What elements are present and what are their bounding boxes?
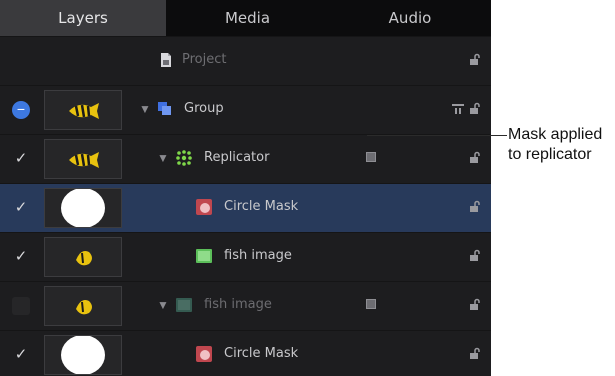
unlock-icon[interactable] bbox=[469, 102, 481, 114]
callout-annotation: Mask applied to replicator bbox=[508, 125, 615, 165]
layer-thumbnail bbox=[44, 90, 122, 130]
tab-media[interactable]: Media bbox=[166, 0, 329, 36]
layers-panel: Layers Media Audio Project − ▼ Group ✓ ▼… bbox=[0, 0, 491, 376]
layer-label: Project bbox=[182, 52, 227, 67]
visibility-checkbox[interactable]: ✓ bbox=[12, 150, 30, 168]
layer-row-replicator[interactable]: ✓ ▼ Replicator bbox=[0, 134, 491, 183]
disclosure-triangle-icon[interactable]: ▼ bbox=[139, 102, 151, 116]
layer-label: fish image bbox=[204, 297, 272, 312]
group-options-icon[interactable] bbox=[452, 102, 464, 114]
unlock-icon[interactable] bbox=[469, 249, 481, 261]
callout-line-1: Mask applied bbox=[508, 126, 603, 143]
layer-row-fish-image-disabled[interactable]: ▼ fish image bbox=[0, 281, 491, 330]
layer-row-group[interactable]: − ▼ Group bbox=[0, 85, 491, 134]
unlock-icon[interactable] bbox=[469, 53, 481, 65]
fish-thumbnail bbox=[76, 300, 92, 315]
visibility-checkbox[interactable]: ✓ bbox=[12, 199, 30, 217]
replicator-icon bbox=[176, 150, 192, 166]
tab-audio[interactable]: Audio bbox=[329, 0, 491, 36]
circle-thumbnail bbox=[61, 336, 105, 374]
unlock-icon[interactable] bbox=[469, 151, 481, 163]
fish-thumbnail bbox=[69, 152, 99, 168]
fish-thumbnail bbox=[76, 251, 92, 266]
layer-row-circle-mask[interactable]: ✓ Circle Mask bbox=[0, 183, 491, 232]
layer-label: fish image bbox=[224, 248, 292, 263]
circle-thumbnail bbox=[61, 189, 105, 227]
layer-thumbnail bbox=[44, 188, 122, 228]
layer-thumbnail bbox=[44, 335, 122, 375]
layer-thumbnail bbox=[44, 237, 122, 277]
layer-thumbnail bbox=[44, 286, 122, 326]
visibility-mixed-checkbox[interactable]: − bbox=[12, 101, 30, 119]
tab-layers[interactable]: Layers bbox=[0, 0, 166, 36]
disclosure-triangle-icon[interactable]: ▼ bbox=[157, 298, 169, 312]
visibility-checkbox[interactable] bbox=[12, 297, 30, 315]
image-icon bbox=[196, 249, 212, 263]
unlock-icon[interactable] bbox=[469, 200, 481, 212]
group-icon bbox=[158, 102, 171, 115]
unlock-icon[interactable] bbox=[469, 298, 481, 310]
mask-icon bbox=[196, 199, 212, 215]
layer-label: Group bbox=[184, 101, 224, 116]
unlock-icon[interactable] bbox=[469, 347, 481, 359]
layer-row-circle-mask-2[interactable]: ✓ Circle Mask bbox=[0, 330, 491, 376]
disclosure-triangle-icon[interactable]: ▼ bbox=[157, 151, 169, 165]
visibility-checkbox[interactable]: ✓ bbox=[12, 346, 30, 364]
tab-bar: Layers Media Audio bbox=[0, 0, 491, 36]
image-icon bbox=[176, 298, 192, 312]
callout-line-2: to replicator bbox=[508, 146, 592, 163]
callout-line bbox=[367, 135, 507, 136]
fish-thumbnail bbox=[69, 103, 99, 119]
layer-label: Replicator bbox=[204, 150, 270, 165]
layer-thumbnail bbox=[44, 139, 122, 179]
layer-label: Circle Mask bbox=[224, 199, 299, 214]
mask-icon bbox=[196, 346, 212, 362]
layer-row-project[interactable]: Project bbox=[0, 36, 491, 85]
project-icon bbox=[161, 53, 171, 67]
layer-row-fish-image[interactable]: ✓ fish image bbox=[0, 232, 491, 281]
visibility-checkbox[interactable]: ✓ bbox=[12, 248, 30, 266]
layer-label: Circle Mask bbox=[224, 346, 299, 361]
mask-indicator-icon[interactable] bbox=[366, 299, 376, 309]
mask-indicator-icon[interactable] bbox=[366, 152, 376, 162]
